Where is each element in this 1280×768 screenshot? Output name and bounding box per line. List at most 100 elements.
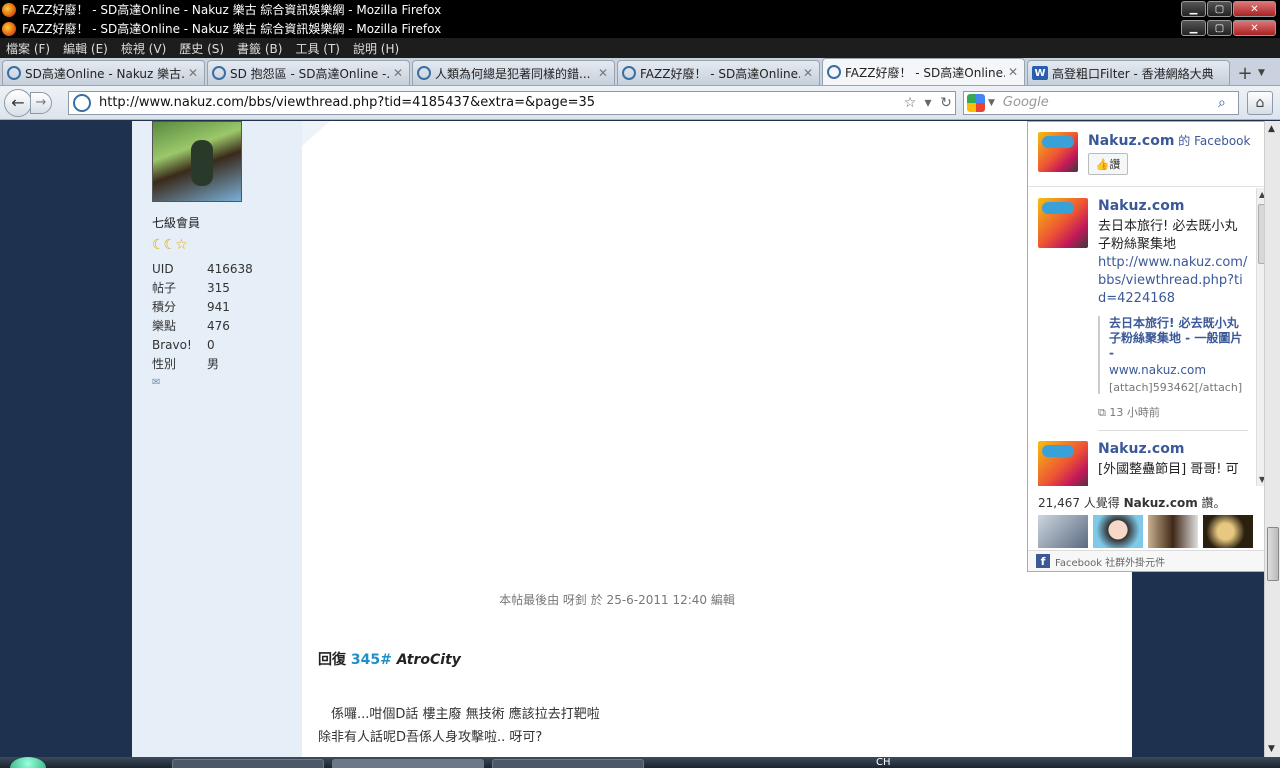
- attachment-site[interactable]: www.nakuz.com: [1109, 363, 1248, 377]
- stat-value: 315: [207, 280, 230, 295]
- menu-file[interactable]: 檔案 (F): [6, 40, 50, 57]
- post-link[interactable]: http://www.nakuz.com/bbs/viewthread.php?…: [1098, 254, 1248, 308]
- site-icon: [622, 66, 636, 80]
- stat-key: UID: [152, 261, 174, 276]
- stat-row: UID 416638: [152, 259, 302, 278]
- url-text[interactable]: http://www.nakuz.com/bbs/viewthread.php?…: [99, 95, 901, 110]
- site-identity-icon[interactable]: [73, 93, 91, 112]
- scroll-up-icon[interactable]: ▲: [1268, 124, 1275, 134]
- maximize-button[interactable]: ▢: [1207, 20, 1232, 36]
- tab-label: SD 抱怨區 - SD高達Online -...: [230, 66, 390, 81]
- tab-golden-filter[interactable]: W 高登粗口Filter - 香港網絡大典: [1027, 60, 1230, 85]
- reply-post-link[interactable]: 345#: [351, 652, 392, 668]
- nakuz-logo[interactable]: [1038, 441, 1088, 486]
- tab-close-icon[interactable]: ✕: [393, 66, 405, 80]
- fan-avatar[interactable]: [1038, 515, 1088, 548]
- menu-view[interactable]: 檢視 (V): [121, 40, 166, 57]
- post-text: [外國整蠱節目] 哥哥! 可: [1098, 462, 1239, 477]
- taskbar-item[interactable]: [172, 759, 324, 768]
- tab-fazz-1[interactable]: FAZZ好廢！ - SD高達Online... ✕: [617, 60, 820, 85]
- address-bar[interactable]: http://www.nakuz.com/bbs/viewthread.php?…: [68, 90, 956, 115]
- facebook-footer[interactable]: f Facebook 社群外掛元件: [1028, 550, 1264, 571]
- home-button[interactable]: ⌂: [1247, 90, 1273, 115]
- language-indicator[interactable]: CH: [876, 757, 891, 768]
- tab-sd-gundam[interactable]: SD高達Online - Nakuz 樂古... ✕: [2, 60, 205, 85]
- tab-human-mistakes[interactable]: 人類為何總是犯著同樣的錯... ✕: [412, 60, 615, 85]
- nakuz-logo[interactable]: [1038, 132, 1078, 172]
- start-button[interactable]: [10, 757, 46, 768]
- google-engine-icon[interactable]: [967, 93, 985, 112]
- minimize-button[interactable]: ▁: [1181, 20, 1206, 36]
- menu-bookmarks[interactable]: 書籤 (B): [237, 40, 282, 57]
- window-title-bar-secondary[interactable]: FAZZ好廢！ - SD高達Online - Nakuz 樂古 綜合資訊娛樂網 …: [0, 19, 1280, 38]
- tab-close-icon[interactable]: ✕: [1008, 65, 1020, 79]
- fan-avatar[interactable]: [1093, 515, 1143, 548]
- window-title-bar[interactable]: FAZZ好廢！ - SD高達Online - Nakuz 樂古 綜合資訊娛樂網 …: [0, 0, 1280, 19]
- tab-strip: SD高達Online - Nakuz 樂古... ✕ SD 抱怨區 - SD高達…: [0, 58, 1280, 86]
- tab-label: FAZZ好廢！ - SD高達Online...: [640, 66, 800, 81]
- history-dropdown-icon[interactable]: ▾: [919, 95, 937, 111]
- like-count-suffix: 讚。: [1201, 496, 1226, 510]
- menu-history[interactable]: 歷史 (S): [179, 40, 224, 57]
- tab-close-icon[interactable]: ✕: [598, 66, 610, 80]
- reload-icon[interactable]: ↻: [937, 95, 955, 111]
- taskbar-item[interactable]: [332, 759, 484, 768]
- message-icon[interactable]: ✉: [152, 377, 302, 388]
- taskbar-item[interactable]: [492, 759, 644, 768]
- close-button[interactable]: ✕: [1233, 1, 1276, 17]
- tab-sd-complaints[interactable]: SD 抱怨區 - SD高達Online -... ✕: [207, 60, 410, 85]
- tab-fazz-active[interactable]: FAZZ好廢！ - SD高達Online... ✕: [822, 58, 1025, 85]
- menu-tools[interactable]: 工具 (T): [295, 40, 340, 57]
- avatar[interactable]: [152, 121, 242, 202]
- nakuz-logo[interactable]: [1038, 198, 1088, 248]
- navigation-toolbar: ← → http://www.nakuz.com/bbs/viewthread.…: [0, 86, 1280, 120]
- menu-help[interactable]: 說明 (H): [353, 40, 399, 57]
- tab-list-dropdown-icon[interactable]: ▼: [1258, 61, 1272, 85]
- facebook-post: Nakuz.com [外國整蠱節目] 哥哥! 可: [1028, 431, 1264, 486]
- search-input[interactable]: Google: [1003, 95, 1218, 110]
- user-profile-sidebar: 七級會員 ☾☾☆ UID 416638 帖子 315 積分 941 樂點 476 Bra…: [132, 121, 302, 757]
- user-stats: UID 416638 帖子 315 積分 941 樂點 476 Bravo! 0 性別 男: [152, 259, 302, 373]
- scroll-down-icon[interactable]: ▼: [1268, 744, 1275, 754]
- facebook-page-name[interactable]: Nakuz.com: [1088, 133, 1174, 149]
- new-tab-button[interactable]: +: [1232, 61, 1258, 85]
- site-icon: [417, 66, 431, 80]
- fan-avatar[interactable]: [1203, 515, 1253, 548]
- scroll-thumb[interactable]: [1267, 527, 1279, 581]
- wiki-icon: W: [1032, 66, 1048, 80]
- site-icon: [827, 65, 841, 79]
- like-count-prefix: 21,467 人覺得: [1038, 496, 1120, 510]
- tab-close-icon[interactable]: ✕: [188, 66, 200, 80]
- search-icon[interactable]: ⌕: [1218, 95, 1238, 111]
- stat-key: 性別: [152, 357, 177, 371]
- firefox-icon: [2, 21, 16, 36]
- post-text: 去日本旅行! 必去既小丸子粉絲聚集地: [1098, 219, 1238, 252]
- close-button[interactable]: ✕: [1233, 20, 1276, 36]
- forward-button[interactable]: →: [30, 91, 52, 114]
- attachment-text: [attach]593462[/attach]: [1109, 381, 1243, 394]
- quote-corner: [302, 121, 330, 146]
- reply-heading: 回復 345# AtroCity: [318, 649, 461, 669]
- engine-dropdown-icon[interactable]: ▼: [988, 98, 995, 108]
- back-button[interactable]: ←: [4, 88, 32, 117]
- like-button[interactable]: 👍 讚: [1088, 153, 1128, 175]
- facebook-scrollbar[interactable]: ▲ ▼: [1256, 188, 1264, 486]
- bookmark-star-icon[interactable]: ☆: [901, 95, 919, 111]
- firefox-icon: [2, 2, 16, 17]
- fan-avatar[interactable]: [1148, 515, 1198, 548]
- stat-row: 帖子 315: [152, 278, 302, 297]
- post-author[interactable]: Nakuz.com: [1098, 198, 1248, 214]
- tab-close-icon[interactable]: ✕: [803, 66, 815, 80]
- facebook-suffix[interactable]: 的 Facebook: [1178, 134, 1250, 148]
- attachment-title[interactable]: 去日本旅行! 必去既小丸子粉絲聚集地 - 一般圖片 -: [1109, 316, 1248, 361]
- facebook-stream[interactable]: Nakuz.com 去日本旅行! 必去既小丸子粉絲聚集地 http://www.…: [1028, 188, 1264, 486]
- page-scrollbar[interactable]: ▲ ▼: [1264, 121, 1280, 757]
- post-author[interactable]: Nakuz.com: [1098, 441, 1248, 457]
- share-icon: ⧉: [1098, 406, 1106, 419]
- minimize-button[interactable]: ▁: [1181, 1, 1206, 17]
- facebook-f-icon: f: [1036, 554, 1050, 568]
- like-count-page[interactable]: Nakuz.com: [1124, 496, 1198, 510]
- search-bar[interactable]: ▼ Google ⌕: [963, 90, 1239, 115]
- maximize-button[interactable]: ▢: [1207, 1, 1232, 17]
- menu-edit[interactable]: 編輯 (E): [63, 40, 108, 57]
